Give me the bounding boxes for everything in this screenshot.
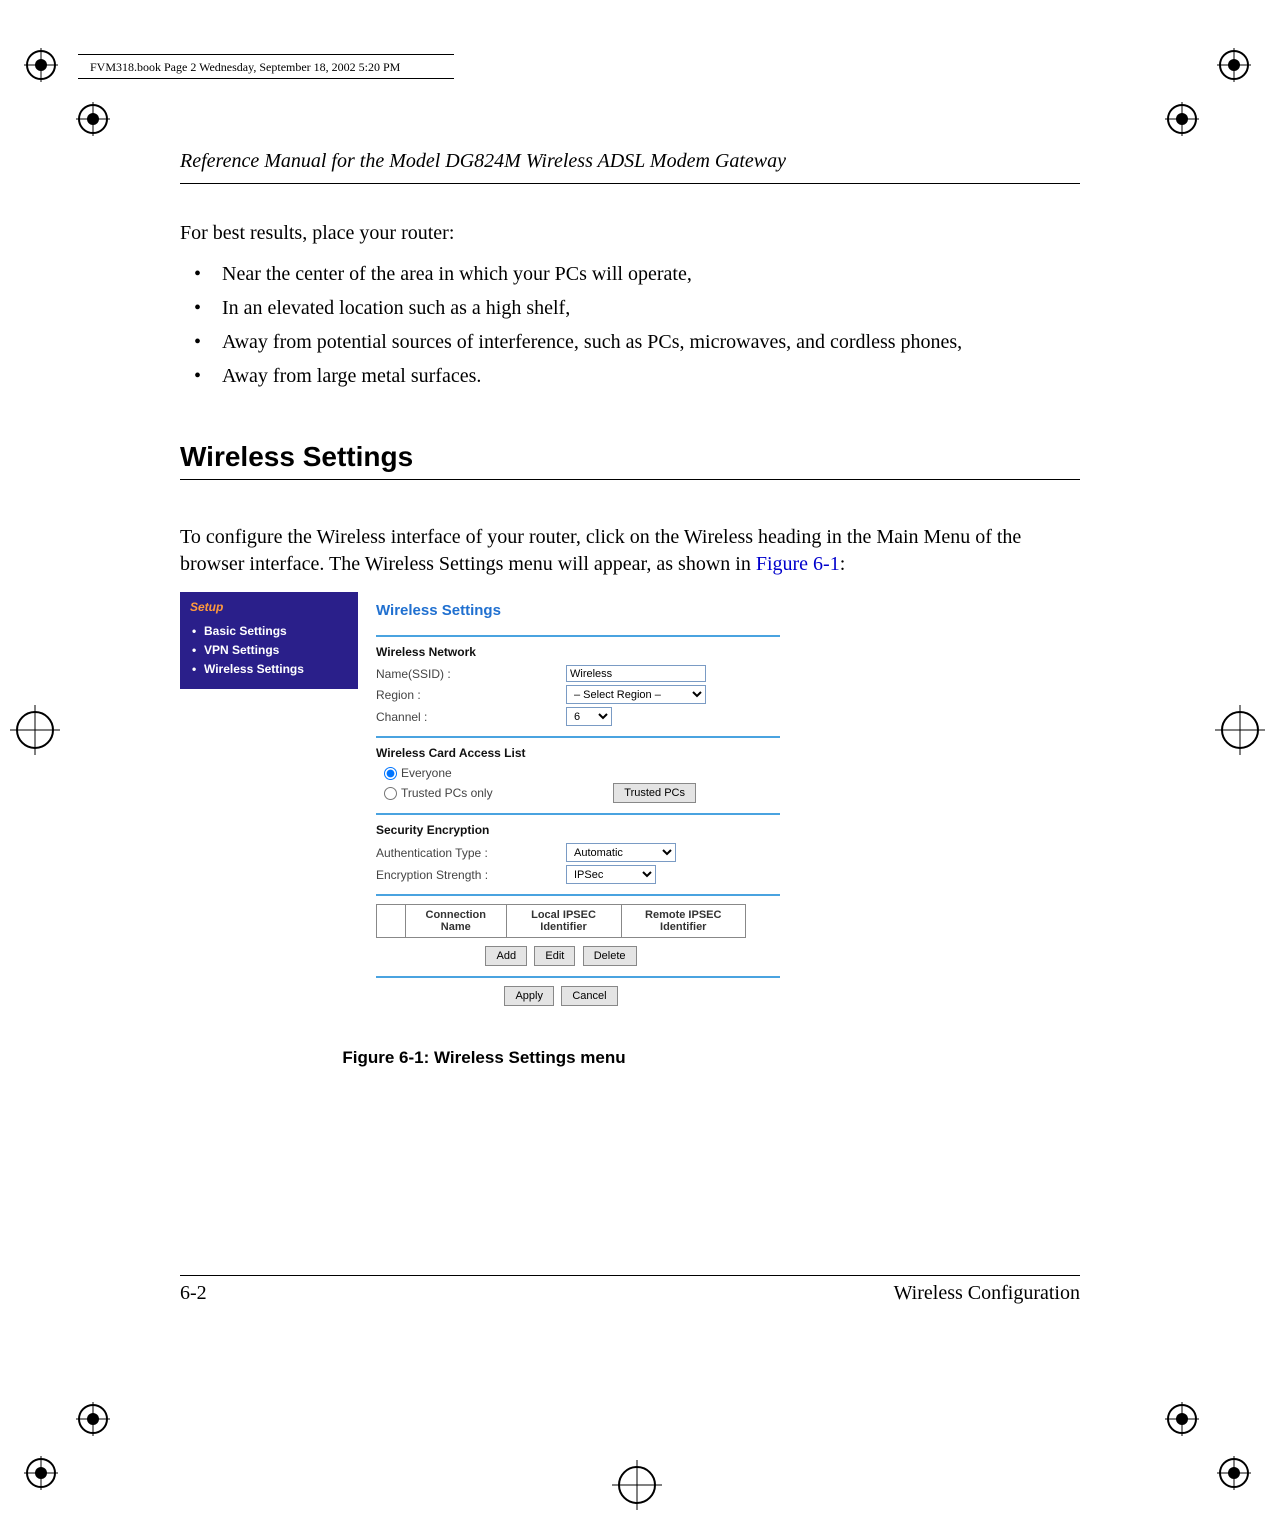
settings-paragraph: To configure the Wireless interface of y… — [180, 524, 1080, 578]
settings-para-text: To configure the Wireless interface of y… — [180, 526, 1021, 575]
registration-mark-icon — [1217, 1456, 1251, 1490]
auth-type-select[interactable]: Automatic — [566, 843, 676, 862]
ssid-label: Name(SSID) : — [376, 667, 566, 681]
everyone-label: Everyone — [401, 766, 452, 780]
col-local-ipsec: Local IPSEC Identifier — [506, 905, 621, 938]
col-connection-name: Connection Name — [406, 905, 507, 938]
apply-button[interactable]: Apply — [504, 986, 554, 1006]
list-item: In an elevated location such as a high s… — [180, 291, 1080, 325]
section-divider — [376, 736, 780, 738]
placement-bullet-list: Near the center of the area in which you… — [180, 257, 1080, 393]
figure-link[interactable]: Figure 6-1 — [756, 553, 840, 575]
sidebar-item-vpn-settings[interactable]: VPN Settings — [190, 641, 350, 659]
settings-para-text-tail: : — [840, 553, 846, 575]
registration-mark-icon — [24, 48, 58, 82]
page-footer: 6-2 Wireless Configuration — [180, 1275, 1080, 1305]
screenshot-sidebar: Setup Basic Settings VPN Settings Wirele… — [180, 592, 358, 689]
registration-mark-icon — [76, 102, 110, 136]
edit-button[interactable]: Edit — [534, 946, 575, 966]
running-head-rule — [180, 183, 1080, 184]
registration-mark-icon — [1165, 1402, 1199, 1436]
crosshair-icon — [1215, 705, 1265, 755]
page-number: 6-2 — [180, 1282, 207, 1305]
list-item: Away from potential sources of interfere… — [180, 325, 1080, 359]
trusted-radio[interactable] — [384, 787, 397, 800]
enc-strength-label: Encryption Strength : — [376, 868, 566, 882]
sidebar-item-basic-settings[interactable]: Basic Settings — [190, 622, 350, 640]
print-header-rule — [78, 78, 454, 79]
channel-select[interactable]: 6 — [566, 707, 612, 726]
channel-label: Channel : — [376, 710, 566, 724]
region-select[interactable]: – Select Region – — [566, 685, 706, 704]
print-header: FVM318.book Page 2 Wednesday, September … — [90, 60, 400, 75]
chapter-title: Wireless Configuration — [894, 1282, 1080, 1305]
section-heading-security: Security Encryption — [376, 823, 780, 837]
region-label: Region : — [376, 688, 566, 702]
screenshot-main: Wireless Settings Wireless Network Name(… — [358, 592, 788, 1018]
section-heading-wireless-network: Wireless Network — [376, 645, 780, 659]
registration-mark-icon — [1217, 48, 1251, 82]
registration-mark-icon — [24, 1456, 58, 1490]
section-divider — [376, 976, 780, 978]
crosshair-icon — [612, 1460, 662, 1510]
section-divider — [376, 894, 780, 896]
col-remote-ipsec: Remote IPSEC Identifier — [621, 905, 746, 938]
section-rule — [180, 479, 1080, 480]
screenshot-title: Wireless Settings — [376, 602, 780, 619]
trusted-pcs-button[interactable]: Trusted PCs — [613, 783, 696, 803]
ipsec-table: Connection Name Local IPSEC Identifier R… — [376, 904, 746, 938]
list-item: Near the center of the area in which you… — [180, 257, 1080, 291]
section-divider — [376, 635, 780, 637]
table-row: Connection Name Local IPSEC Identifier R… — [377, 905, 746, 938]
delete-button[interactable]: Delete — [583, 946, 637, 966]
intro-paragraph: For best results, place your router: — [180, 220, 1080, 247]
add-button[interactable]: Add — [485, 946, 527, 966]
enc-strength-select[interactable]: IPSec — [566, 865, 656, 884]
figure-screenshot: Setup Basic Settings VPN Settings Wirele… — [180, 592, 788, 1018]
section-heading-access-list: Wireless Card Access List — [376, 746, 780, 760]
section-divider — [376, 813, 780, 815]
registration-mark-icon — [1165, 102, 1199, 136]
auth-type-label: Authentication Type : — [376, 846, 566, 860]
ssid-input[interactable] — [566, 665, 706, 682]
cancel-button[interactable]: Cancel — [561, 986, 617, 1006]
list-item: Away from large metal surfaces. — [180, 359, 1080, 393]
print-header-rule — [78, 54, 454, 55]
page-content: Reference Manual for the Model DG824M Wi… — [180, 150, 1080, 1068]
sidebar-heading-setup: Setup — [190, 598, 350, 616]
section-heading-wireless-settings: Wireless Settings — [180, 441, 1080, 473]
registration-mark-icon — [76, 1402, 110, 1436]
trusted-label: Trusted PCs only — [401, 786, 493, 800]
footer-rule — [180, 1275, 1080, 1276]
table-blank-cell — [377, 905, 406, 938]
crosshair-icon — [10, 705, 60, 755]
everyone-radio[interactable] — [384, 767, 397, 780]
running-head: Reference Manual for the Model DG824M Wi… — [180, 150, 1080, 179]
figure-caption: Figure 6-1: Wireless Settings menu — [180, 1048, 788, 1068]
sidebar-item-wireless-settings[interactable]: Wireless Settings — [190, 660, 350, 678]
